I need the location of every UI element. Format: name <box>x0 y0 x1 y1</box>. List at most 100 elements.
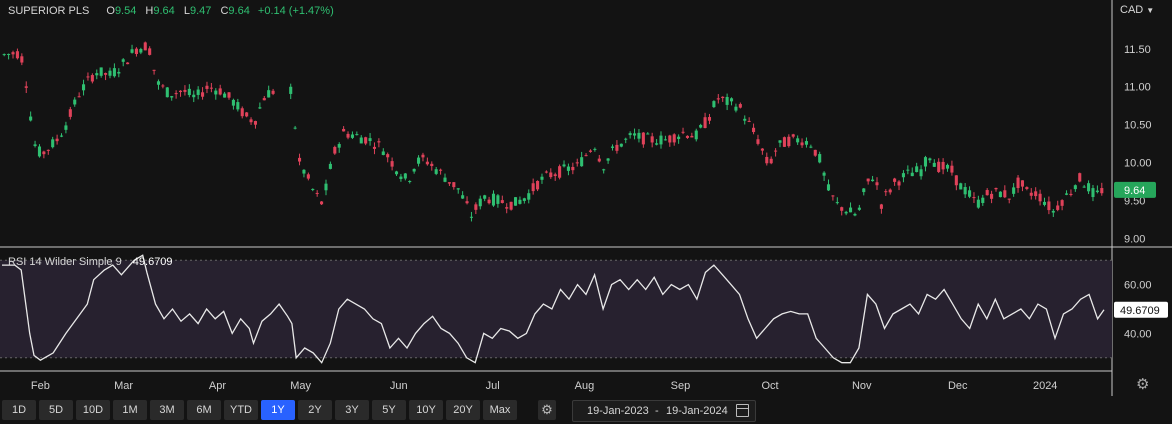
timeframe-button-3m[interactable]: 3M <box>150 400 184 420</box>
candle-body <box>452 182 456 188</box>
candle-body <box>610 146 615 148</box>
candle-body <box>646 133 650 135</box>
candle-body <box>1003 190 1007 198</box>
candle-body <box>143 42 147 51</box>
candle-body <box>712 101 716 108</box>
candle-body <box>183 89 187 92</box>
timeframe-button-1y[interactable]: 1Y <box>261 400 295 420</box>
candle-body <box>253 121 258 125</box>
timeframe-button-6m[interactable]: 6M <box>187 400 221 420</box>
candle-body <box>937 161 941 172</box>
candle-body <box>637 132 641 139</box>
candle-body <box>690 135 694 138</box>
timeframe-button-5y[interactable]: 5Y <box>372 400 406 420</box>
candle-body <box>1051 210 1055 213</box>
candle-body <box>249 119 253 123</box>
rsi-legend: RSI 14 Wilder Simple 9 49.6709 <box>8 256 173 268</box>
candle-body <box>972 197 976 199</box>
candle-body <box>932 162 936 167</box>
candle-body <box>822 172 826 176</box>
range-start: 19-Jan-2023 <box>587 405 649 417</box>
timeframe-button-5d[interactable]: 5D <box>39 400 73 420</box>
candle-body <box>619 143 623 147</box>
time-tick-label: May <box>290 380 311 392</box>
candle-body <box>941 161 945 170</box>
candle-body <box>668 135 672 143</box>
candle-body <box>390 161 394 167</box>
last-rsi-label: 49.6709 <box>1120 305 1160 317</box>
candle-body <box>994 187 998 190</box>
candle-body <box>509 201 513 210</box>
rsi-label: RSI 14 Wilder Simple 9 <box>8 256 122 268</box>
timeframe-button-10y[interactable]: 10Y <box>409 400 443 420</box>
candle-body <box>491 193 496 206</box>
gear-icon[interactable]: ⚙ <box>538 400 556 420</box>
candle-body <box>945 164 950 169</box>
timeframe-button-2y[interactable]: 2Y <box>298 400 332 420</box>
candle-body <box>478 198 482 207</box>
candle-body <box>990 193 994 199</box>
candle-body <box>756 139 760 144</box>
candle-body <box>655 143 659 145</box>
candle-body <box>752 127 756 133</box>
candle-body <box>1020 180 1024 187</box>
candle-body <box>403 173 407 179</box>
candle-body <box>236 102 240 110</box>
candle-body <box>209 87 213 89</box>
timeframe-button-max[interactable]: Max <box>483 400 517 420</box>
timeframe-button-20y[interactable]: 20Y <box>446 400 480 420</box>
candle-body <box>337 144 341 148</box>
timeframe-button-10d[interactable]: 10D <box>76 400 110 420</box>
currency-selector[interactable]: CAD ▼ <box>1120 4 1154 16</box>
candle-body <box>553 174 557 176</box>
candle-body <box>747 120 751 122</box>
gear-icon[interactable]: ⚙ <box>1136 375 1149 393</box>
date-range-picker[interactable]: 19-Jan-2023 - 19-Jan-2024 <box>572 400 756 422</box>
candle-body <box>531 183 535 192</box>
rsi-band <box>0 260 1112 358</box>
candle-body <box>694 130 698 140</box>
candle-body <box>800 142 804 146</box>
rsi-tick-label: 40.00 <box>1124 328 1152 340</box>
candle-body <box>721 96 725 99</box>
candle-body <box>650 136 654 143</box>
timeframe-button-ytd[interactable]: YTD <box>224 400 258 420</box>
candle-body <box>677 136 681 140</box>
candle-body <box>571 166 575 171</box>
candle-body <box>950 165 954 173</box>
candle-body <box>346 133 350 138</box>
chart-canvas[interactable]: 9.009.5010.0010.5011.0011.5040.0060.00Fe… <box>0 0 1172 396</box>
candle-body <box>685 135 689 138</box>
timeframe-button-1m[interactable]: 1M <box>113 400 147 420</box>
candle-body <box>981 197 985 203</box>
candle-body <box>597 158 601 162</box>
candle-body <box>386 154 390 158</box>
close-value: 9.64 <box>228 5 250 17</box>
candle-body <box>465 201 469 204</box>
time-tick-label: Oct <box>761 380 778 392</box>
candle-body <box>430 163 434 167</box>
candle-body <box>99 67 103 76</box>
candle-body <box>1091 188 1095 198</box>
candle-body <box>368 138 372 142</box>
candle-body <box>897 181 901 186</box>
timeframe-button-3y[interactable]: 3Y <box>335 400 369 420</box>
candle-body <box>95 73 99 76</box>
candle-body <box>342 128 346 132</box>
candle-body <box>121 59 125 62</box>
candle-body <box>417 157 421 164</box>
candle-body <box>968 190 972 197</box>
price-tick-label: 11.00 <box>1124 82 1151 94</box>
candle-body <box>37 146 42 157</box>
candle-body <box>1069 193 1073 196</box>
candle-body <box>703 117 707 128</box>
candle-body <box>1012 187 1016 194</box>
candle-body <box>765 156 769 164</box>
candle-body <box>1056 205 1060 210</box>
candle-body <box>262 98 266 101</box>
candle-body <box>831 195 835 197</box>
candle-body <box>562 164 566 167</box>
candle-body <box>196 89 200 95</box>
candle-body <box>879 204 883 209</box>
timeframe-button-1d[interactable]: 1D <box>2 400 36 420</box>
